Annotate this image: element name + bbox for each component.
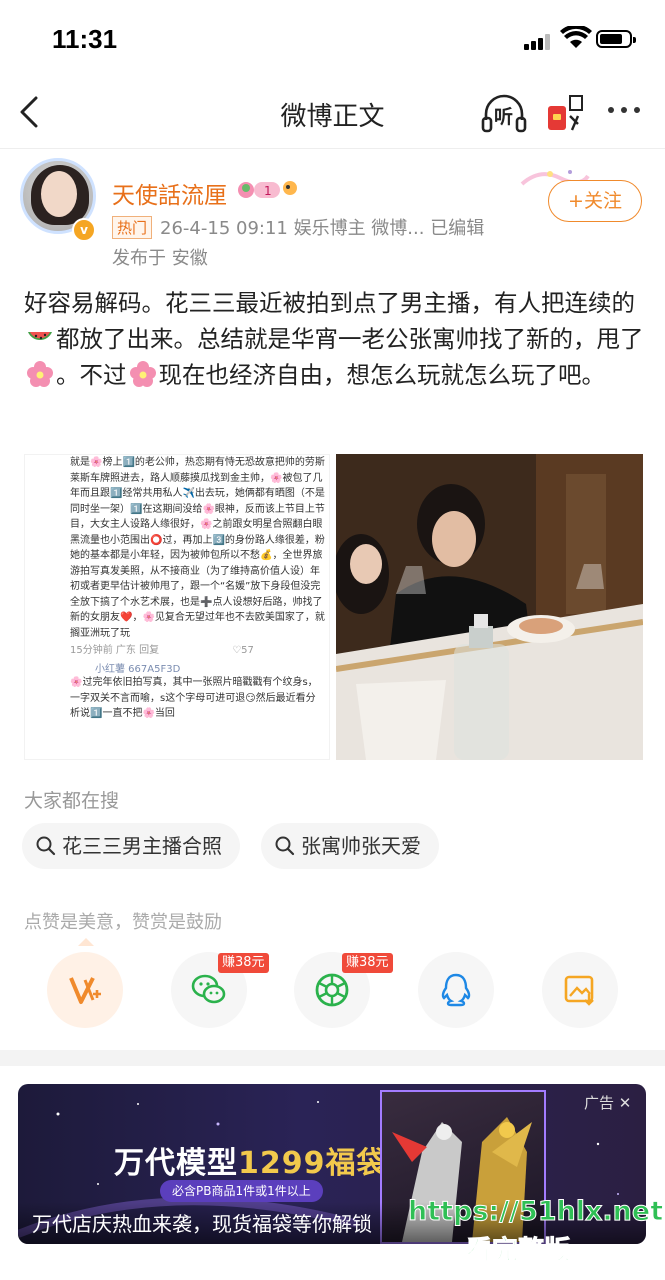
author-name[interactable]: 天使話流厘 [112, 176, 227, 210]
post-text-2: 都放了出来。总结就是华宵一老公张寓帅找了新的，甩了 [56, 325, 644, 353]
save-image-icon [564, 975, 594, 1006]
close-icon[interactable]: ✕ [619, 1094, 632, 1112]
post-image-1[interactable]: 就是🌸榜上1️⃣的老公帅，热恋期有恃无恐故意把帅的劳斯莱斯车牌照进去，路人顺藤摸… [24, 454, 330, 760]
hot-search-chip-label: 花三三男主播合照 [62, 834, 222, 858]
post-content: 好容易解码。花三三最近被拍到点了男主播，有人把连续的都放了出来。总结就是华宵一老… [24, 285, 644, 393]
moments-icon [315, 973, 349, 1007]
ad-brand: 万代模型1299福袋 [114, 1138, 388, 1182]
watermark-url: https://51hlx.net [407, 1196, 664, 1228]
hot-tag[interactable]: 热门 [112, 216, 153, 239]
post-meta-text: 26-4-15 09:11 娱乐博主 微博... 已编辑 [160, 218, 485, 239]
flower-emoji-icon [129, 361, 156, 387]
level-badge-icon: 1 [238, 181, 297, 198]
hot-search-chip-1[interactable]: 花三三男主播合照 [22, 823, 240, 869]
ad-brand-a: 万代模型 [114, 1146, 238, 1181]
screenshot-footer-text: 15分钟前 广东 回复 [70, 645, 160, 656]
hot-search-chip-label: 张寓帅张天爱 [301, 834, 421, 858]
ad-caption: 万代店庆热血来袭，现货福袋等你解锁 [32, 1212, 372, 1236]
hot-search-title: 大家都在搜 [24, 790, 120, 812]
screenshot-body: 就是🌸榜上1️⃣的老公帅，热恋期有恃无恐故意把帅的劳斯莱斯车牌照进去，路人顺藤摸… [70, 457, 325, 639]
ad-brand-b: 1299福袋 [238, 1146, 388, 1181]
ad-label[interactable]: 广告 ✕ [584, 1092, 631, 1113]
listen-button[interactable]: 听 [480, 94, 528, 134]
flower-emoji-icon [27, 361, 53, 387]
reward-v-icon [69, 977, 101, 1004]
reward-v-button[interactable] [47, 952, 123, 1028]
wifi-icon [560, 26, 592, 48]
save-image-button[interactable] [542, 952, 618, 1028]
restaurant-photo-icon [336, 454, 643, 760]
screenshot-reply-body: 🌸过完年依旧拍写真，其中一张照片暗戳戳有个纹身s，一字双关不言而喻，s这个字母可… [70, 677, 318, 719]
post-text-3: 。不过 [56, 361, 127, 389]
svg-text:1: 1 [264, 184, 272, 198]
share-qq-button[interactable] [418, 952, 494, 1028]
hot-search-chip-2[interactable]: 张寓帅张天爱 [261, 823, 439, 869]
screenshot-footer: 15分钟前 广东 回复 ♡57 [70, 645, 254, 656]
qq-icon [441, 973, 471, 1007]
wechat-icon [191, 974, 226, 1004]
follow-button[interactable]: +关注 [548, 180, 642, 222]
post-meta: 热门 26-4-15 09:11 娱乐博主 微博... 已编辑 [112, 214, 484, 240]
post-text-4: 现在也经济自由，想怎么玩就怎么玩了吧。 [158, 361, 606, 389]
more-options-icon[interactable] [604, 102, 644, 116]
watermelon-emoji-icon [28, 332, 52, 340]
ad-label-text: 广告 [584, 1094, 615, 1112]
watermark-text: 看完整版 [465, 1236, 571, 1267]
verified-badge-icon: v [72, 218, 96, 242]
battery-icon [596, 30, 636, 48]
ad-subtitle: 必含PB商品1件或1件以上 [160, 1180, 323, 1202]
reward-pointer [78, 938, 94, 946]
post-location: 发布于 安徽 [112, 248, 208, 269]
ask-redpacket-icon[interactable] [544, 92, 588, 136]
earn-badge: 赚38元 [342, 953, 393, 973]
status-time: 11:31 [52, 24, 118, 54]
section-gap [0, 1050, 665, 1066]
listen-label: 听 [494, 106, 514, 128]
post-text-1: 好容易解码。花三三最近被拍到点了男主播，有人把连续的 [24, 289, 635, 317]
top-nav-bar: 微博正文 听 [0, 80, 665, 146]
status-bar: 11:31 [0, 0, 665, 80]
search-icon [36, 836, 56, 856]
header-divider [0, 148, 665, 149]
screenshot-likes: 57 [241, 645, 254, 656]
screenshot-reply-user: 小红薯 667A5F3D [95, 664, 181, 675]
earn-badge: 赚38元 [218, 953, 269, 973]
reward-title: 点赞是美意，赞赏是鼓励 [24, 912, 222, 933]
search-icon [275, 836, 295, 856]
post-image-2[interactable] [336, 454, 643, 760]
